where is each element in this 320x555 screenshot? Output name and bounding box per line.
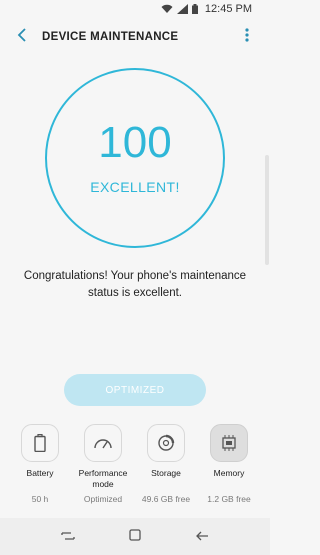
performance-mode-value: Optimized xyxy=(83,494,123,504)
storage-value: 49.6 GB free xyxy=(141,494,191,504)
battery-label: Battery xyxy=(26,468,54,478)
more-vert-icon xyxy=(245,27,249,47)
battery-item[interactable]: Battery 50 h xyxy=(10,424,70,504)
speedometer-icon xyxy=(84,424,122,462)
navigation-bar xyxy=(0,518,270,555)
edge-panel-handle[interactable] xyxy=(265,155,269,265)
home-button[interactable] xyxy=(122,524,148,550)
status-message-line: Congratulations! Your phone's maintenanc… xyxy=(23,270,247,282)
performance-mode-item[interactable]: Performance mode Optimized xyxy=(73,424,133,504)
memory-item[interactable]: Memory 1.2 GB free xyxy=(199,424,259,504)
score-value: 100 xyxy=(98,118,172,167)
back-button[interactable] xyxy=(2,18,42,56)
score-ring: 100 EXCELLENT! xyxy=(45,68,225,248)
storage-item[interactable]: Storage 49.6 GB free xyxy=(136,424,196,504)
battery-icon xyxy=(191,4,198,14)
page-title: DEVICE MAINTENANCE xyxy=(42,31,179,43)
home-icon xyxy=(129,528,141,546)
signal-icon xyxy=(176,4,188,14)
status-message-line: status is excellent. xyxy=(88,287,182,299)
status-bar: 12:45 PM xyxy=(0,0,270,18)
maintenance-items: Battery 50 h Performance mode Optimized … xyxy=(0,424,270,514)
memory-chip-icon xyxy=(210,424,248,462)
recent-apps-icon xyxy=(61,528,75,546)
system-back-button[interactable] xyxy=(189,524,215,550)
performance-mode-label: Performance mode xyxy=(78,468,128,489)
status-message: Congratulations! Your phone's maintenanc… xyxy=(0,268,270,302)
back-arrow-icon xyxy=(17,27,27,47)
storage-icon xyxy=(147,424,185,462)
more-options-button[interactable] xyxy=(232,18,262,56)
app-bar: DEVICE MAINTENANCE xyxy=(0,18,270,56)
back-icon xyxy=(195,528,209,546)
memory-label: Memory xyxy=(213,468,245,478)
score-label: EXCELLENT! xyxy=(90,179,180,195)
status-time: 12:45 PM xyxy=(204,3,252,15)
wifi-icon xyxy=(161,4,173,14)
optimize-button[interactable]: OPTIMIZED xyxy=(64,374,206,406)
battery-icon xyxy=(21,424,59,462)
storage-label: Storage xyxy=(151,468,181,478)
battery-value: 50 h xyxy=(31,494,49,504)
memory-value: 1.2 GB free xyxy=(207,494,251,504)
recent-apps-button[interactable] xyxy=(55,524,81,550)
